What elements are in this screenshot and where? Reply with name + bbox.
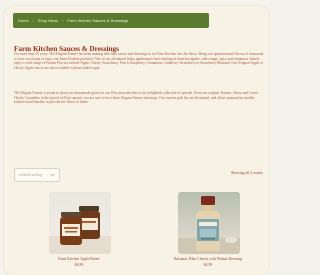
breadcrumb-home-link[interactable]: Home — [18, 18, 29, 23]
sort-select-value: Default sorting — [19, 173, 43, 177]
product-price: $4.99 — [74, 263, 84, 267]
product-image-apple-butter[interactable] — [49, 192, 111, 254]
shop-page: Home / Shop Menu / Farm Kitchen Sauces &… — [4, 6, 269, 275]
breadcrumb-shop-menu-link[interactable]: Shop Menu — [38, 18, 58, 23]
product-name[interactable]: Balsamic Bleu Cheese with Walnut Dressin… — [153, 257, 263, 261]
window-frame: Home / Shop Menu / Farm Kitchen Sauces &… — [0, 0, 273, 275]
result-count: Showing all 2 results — [231, 171, 263, 175]
product-name[interactable]: Farm Kitchen Apple Butter — [24, 257, 134, 261]
apple-butter-jars-image — [49, 206, 111, 254]
spreads-paragraph: The Elegant Farmer is proud to showcase … — [14, 91, 259, 105]
sort-select[interactable]: Default sorting — [14, 168, 60, 182]
breadcrumb-separator: / — [32, 18, 34, 23]
product-price: $4.99 — [203, 263, 213, 267]
chevron-down-icon — [50, 173, 55, 177]
breadcrumb: Home / Shop Menu / Farm Kitchen Sauces &… — [13, 13, 209, 28]
dressing-bottle-image — [178, 196, 240, 254]
product-image-balsamic-dressing[interactable] — [178, 192, 240, 254]
intro-paragraph: For more than 10 years, The Elegant Farm… — [14, 52, 264, 70]
breadcrumb-separator: / — [62, 18, 64, 23]
breadcrumb-current: Farm Kitchen Sauces & Dressings — [67, 18, 129, 23]
